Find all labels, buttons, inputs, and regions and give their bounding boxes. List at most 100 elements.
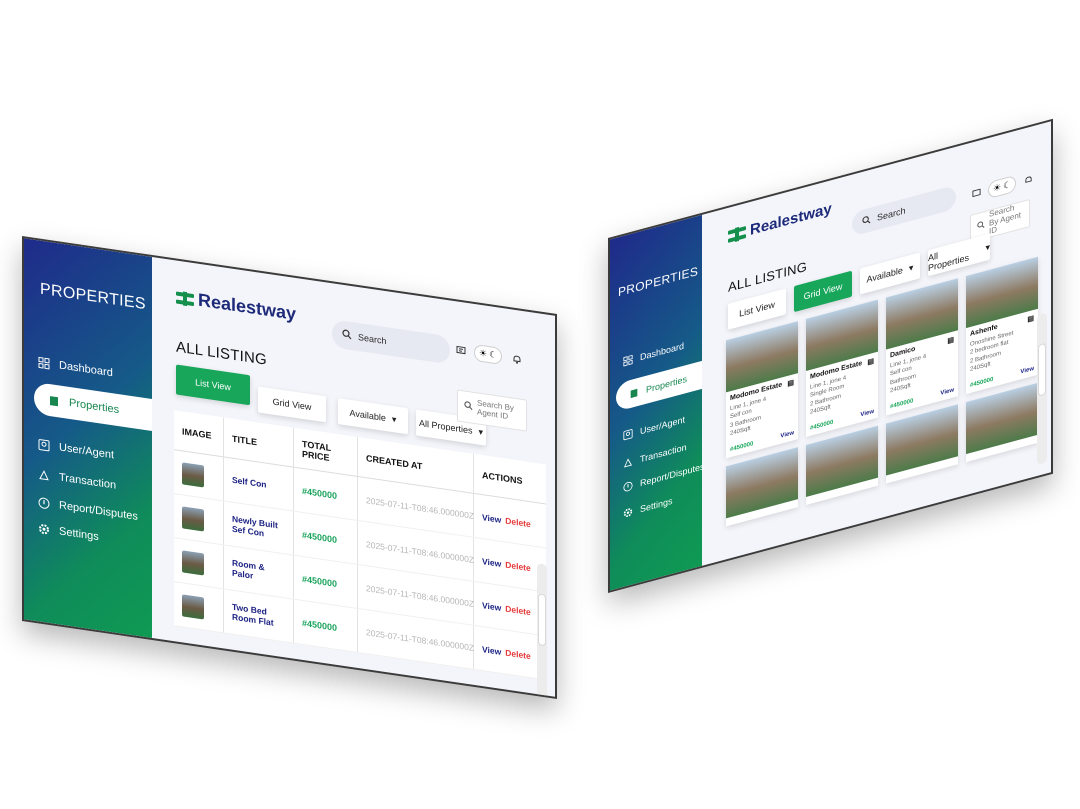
available-dropdown[interactable]: Available ▾ [338, 398, 408, 435]
bookmark-icon[interactable]: ▤ [867, 357, 874, 367]
available-label: Available [349, 407, 386, 424]
property-photo [966, 382, 1038, 455]
property-photo [726, 447, 798, 519]
transaction-icon [38, 468, 50, 482]
caret-down-icon: ▾ [908, 261, 914, 273]
scrollbar[interactable] [537, 563, 547, 700]
moon-icon[interactable]: ☾ [489, 349, 497, 361]
view-link[interactable]: View [482, 644, 501, 657]
sidebar-item-dashboard[interactable]: Dashboard [38, 356, 113, 379]
row-image-cell [174, 582, 224, 633]
sidebar-item-label: Properties [646, 373, 688, 395]
bell-icon[interactable] [1024, 174, 1033, 185]
property-card[interactable] [886, 404, 958, 484]
search-input[interactable]: Search [332, 319, 450, 365]
search-icon [342, 329, 352, 342]
alert-icon [622, 479, 634, 494]
sidebar-item-label: Dashboard [59, 359, 113, 380]
row-actions: View Delete [474, 626, 531, 677]
property-thumbnail [182, 461, 204, 488]
card-price: #450000 [730, 441, 754, 454]
row-image-cell [174, 538, 224, 589]
search-icon [862, 214, 871, 227]
gear-icon [38, 522, 50, 536]
bookmark-icon[interactable]: ▤ [787, 378, 794, 388]
delete-link[interactable]: Delete [505, 603, 531, 617]
property-card[interactable]: Modomo Estate ▤ Line 1, jone 4 Self con 3… [726, 321, 798, 459]
row-image-cell [174, 494, 224, 545]
delete-link[interactable]: Delete [505, 515, 531, 529]
gear-icon [622, 505, 634, 520]
view-link[interactable]: View [482, 512, 501, 525]
sidebar-item-label: Dashboard [640, 340, 685, 363]
view-link[interactable]: View [482, 600, 501, 613]
alert-icon [38, 496, 50, 510]
bookmark-icon[interactable]: ▤ [947, 335, 954, 345]
moon-icon[interactable]: ☾ [1003, 179, 1011, 192]
theme-toggle[interactable]: ☀ ☾ [988, 174, 1017, 200]
grid-view-button[interactable]: Grid View [258, 386, 326, 423]
scrollbar[interactable] [1037, 312, 1047, 466]
scrollbar-thumb[interactable] [1038, 342, 1046, 397]
row-price: #450000 [294, 599, 358, 653]
building-icon [48, 394, 60, 408]
sun-icon[interactable]: ☀ [993, 182, 1001, 195]
property-card[interactable] [726, 447, 798, 527]
row-actions: View Delete [474, 582, 531, 633]
grid-view-button[interactable]: Grid View [794, 270, 852, 313]
chat-icon[interactable] [972, 188, 981, 199]
list-view-button[interactable]: List View [176, 364, 250, 406]
property-card[interactable] [966, 382, 1038, 463]
caret-down-icon: ▾ [985, 241, 990, 253]
sidebar-item-properties[interactable]: Properties [616, 360, 702, 412]
card-price: #450000 [890, 398, 914, 411]
sidebar-item-report-disputes[interactable]: Report/Disputes [38, 496, 138, 523]
bookmark-icon[interactable]: ▤ [1027, 314, 1034, 324]
sidebar-item-label: User/Agent [59, 441, 115, 462]
caret-down-icon: ▾ [391, 413, 397, 425]
property-card[interactable] [806, 425, 878, 505]
property-photo [886, 404, 958, 476]
scrollbar-thumb[interactable] [538, 593, 546, 647]
sidebar-item-label: Transaction [59, 471, 117, 492]
sidebar-item-user-agent[interactable]: User/Agent [622, 413, 685, 442]
available-dropdown[interactable]: Available ▾ [860, 252, 920, 295]
sidebar-item-dashboard[interactable]: Dashboard [622, 340, 684, 369]
sidebar-item-transaction[interactable]: Transaction [38, 468, 117, 492]
col-actions: ACTIONS [482, 469, 523, 486]
list-view-screen: PROPERTIES Dashboard Properties User/Age… [22, 236, 557, 700]
list-view-button[interactable]: List View [728, 288, 786, 330]
search-placeholder: Search [877, 205, 906, 223]
theme-toggle[interactable]: ☀ ☾ [474, 343, 503, 366]
card-view-link[interactable]: View [860, 409, 874, 419]
view-link[interactable]: View [482, 556, 501, 569]
property-card[interactable]: Ashenfe ▤ Onoshine Street 2 bedroom flat … [966, 256, 1038, 395]
card-view-link[interactable]: View [780, 430, 794, 440]
sidebar-item-properties[interactable]: Properties [34, 381, 152, 431]
delete-link[interactable]: Delete [505, 647, 531, 661]
caret-down-icon: ▾ [478, 426, 484, 437]
sun-icon[interactable]: ☀ [479, 348, 487, 360]
transaction-icon [622, 455, 634, 470]
list-view-label: List View [739, 299, 775, 319]
sidebar-item-transaction[interactable]: Transaction [622, 441, 687, 470]
property-thumbnail [182, 593, 204, 620]
delete-link[interactable]: Delete [505, 559, 531, 573]
chat-icon[interactable] [456, 345, 466, 356]
all-properties-dropdown[interactable]: All Properties ▾ [928, 233, 990, 277]
sidebar-item-label: Settings [640, 495, 673, 515]
card-view-link[interactable]: View [1020, 366, 1034, 376]
search-input[interactable]: Search [852, 184, 956, 237]
sidebar-item-user-agent[interactable]: User/Agent [38, 438, 114, 461]
row-actions: View Delete [474, 494, 531, 545]
listing-table: IMAGE TITLE TOTAL PRICE CREATED AT ACTIO… [174, 410, 546, 681]
sidebar-item-settings[interactable]: Settings [38, 522, 99, 543]
card-view-link[interactable]: View [940, 387, 954, 397]
building-icon [628, 385, 640, 400]
property-card[interactable]: Modomo Estate ▤ Line 1, jone 4 Single Roo… [806, 299, 878, 437]
brand-name: Realestway [198, 289, 297, 324]
bell-icon[interactable] [512, 353, 522, 364]
property-card[interactable]: Damico ▤ Line 1, jone 4 Self con Bathroom… [886, 278, 958, 416]
sidebar-item-settings[interactable]: Settings [622, 495, 673, 521]
logo-mark-icon [176, 290, 194, 307]
